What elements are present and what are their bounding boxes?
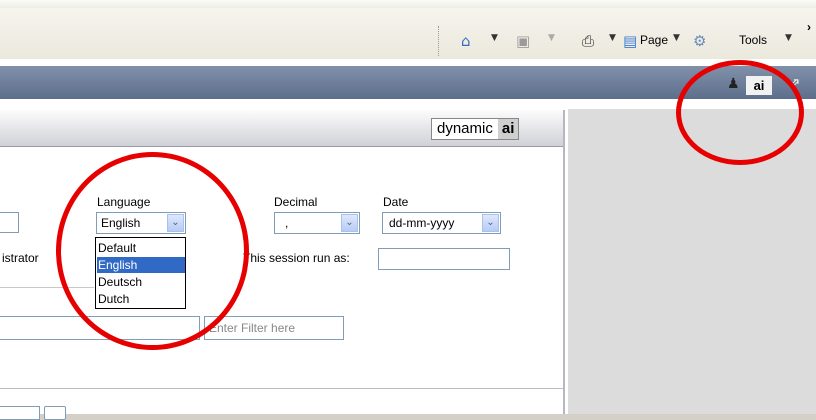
filter-placeholder: Enter Filter here — [209, 321, 296, 335]
language-label: Language — [97, 195, 151, 209]
collapse-icon[interactable]: ⇗ — [788, 74, 801, 92]
tools-dropdown-icon[interactable]: ▼ — [785, 33, 792, 43]
app-header — [0, 59, 816, 109]
decimal-select[interactable]: , ⌄ — [274, 212, 360, 234]
bottom-partial-button[interactable] — [44, 406, 66, 420]
divider — [0, 287, 94, 288]
language-option[interactable]: Default — [97, 240, 185, 256]
browser-top-strip — [0, 0, 816, 8]
dynamic-ai-logo: dynamic ai — [431, 118, 520, 140]
language-option[interactable]: Dutch — [97, 291, 185, 307]
decimal-select-value: , — [285, 216, 289, 230]
gear-icon[interactable]: ⚙ — [693, 32, 706, 50]
home-dropdown-icon[interactable]: ▼ — [491, 33, 498, 43]
user-role-text: istrator — [2, 251, 39, 265]
ai-badge[interactable]: ai — [746, 76, 772, 95]
decimal-label: Decimal — [274, 195, 318, 209]
feeds-icon[interactable]: ▣ — [516, 32, 530, 50]
chevron-down-icon[interactable]: ⌄ — [341, 214, 358, 232]
tools-menu-label[interactable]: Tools — [739, 33, 767, 47]
language-option-selected[interactable]: English — [97, 257, 185, 273]
app-header-bar — [0, 66, 816, 99]
chevron-right-icon[interactable]: › — [807, 20, 811, 34]
date-select[interactable]: dd-mm-yyyy ⌄ — [382, 212, 501, 234]
language-option[interactable]: Deutsch — [97, 274, 185, 290]
page-dropdown-icon[interactable]: ▼ — [673, 33, 680, 43]
print-icon[interactable]: ⎙ — [582, 32, 594, 50]
panel-border — [563, 110, 565, 414]
toolbar-separator — [438, 26, 439, 56]
language-dropdown: Default English Deutsch Dutch — [95, 237, 186, 309]
chevron-down-icon[interactable]: ⌄ — [482, 214, 499, 232]
home-icon[interactable]: ⌂ — [461, 32, 471, 50]
browser-command-bar — [0, 0, 816, 59]
session-run-as-label: This session run as: — [243, 251, 350, 265]
session-run-as-input[interactable] — [378, 248, 510, 270]
language-select-value: English — [101, 216, 141, 230]
language-select[interactable]: English ⌄ — [96, 212, 186, 234]
divider — [0, 388, 563, 389]
page-icon[interactable]: ▤ — [623, 32, 637, 50]
date-select-value: dd-mm-yyyy — [389, 216, 455, 230]
filter-field-left[interactable] — [0, 316, 200, 340]
print-dropdown-icon[interactable]: ▼ — [609, 33, 616, 43]
feeds-dropdown-icon[interactable]: ▼ — [548, 33, 555, 43]
filter-input[interactable]: Enter Filter here — [204, 316, 344, 340]
right-pane — [568, 109, 816, 414]
logo-text: dynamic — [437, 120, 493, 137]
bottom-partial-field[interactable] — [0, 406, 40, 420]
page-menu-label[interactable]: Page — [640, 33, 668, 47]
left-partial-field[interactable] — [0, 212, 19, 233]
user-icon[interactable]: ♟ — [727, 76, 740, 92]
chevron-down-icon[interactable]: ⌄ — [167, 214, 184, 232]
logo-ai: ai — [497, 119, 519, 139]
date-label: Date — [383, 195, 409, 209]
